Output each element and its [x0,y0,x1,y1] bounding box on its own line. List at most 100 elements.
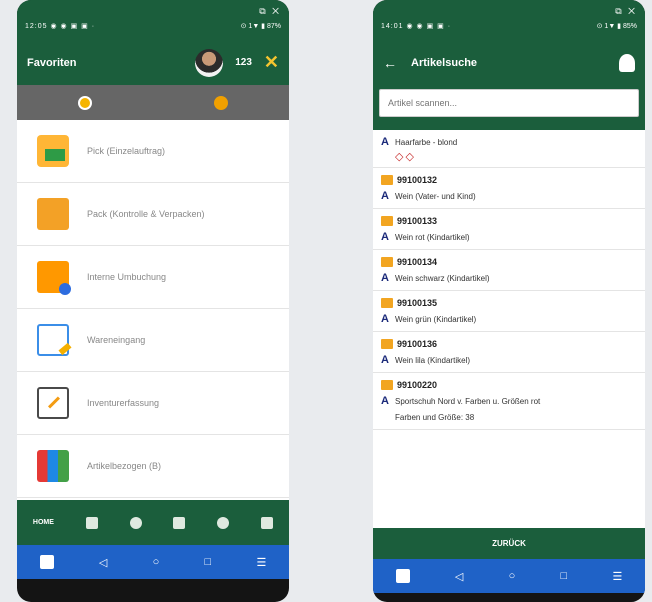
item-number: 99100136 [397,339,438,349]
box-icon [381,339,393,349]
back-button[interactable]: ZURÜCK [373,528,645,559]
list-item[interactable]: 99100135 A Wein grün (Kindartikel) [373,291,645,332]
list-item[interactable]: 99100134 A Wein schwarz (Kindartikel) [373,250,645,291]
favorites-menu: Pick (Einzelauftrag) Pack (Kontrolle & V… [17,120,289,500]
menu-icon[interactable]: ☰ [256,556,266,569]
status-bar: ⧉ ✕ 14:01 ◉ ◉ ▣ ▣ · ⊙ 1▼ ▮ 85% [373,0,645,40]
item-number: 99100220 [397,380,438,390]
pick-icon [37,135,69,167]
receiving-icon [37,324,69,356]
system-nav: ◁ ○ □ ☰ [17,545,289,579]
menu-item-pack[interactable]: Pack (Kontrolle & Verpacken) [17,183,289,246]
screenshot-buttons[interactable]: ⧉ ✕ [615,6,637,17]
menu-item-receiving[interactable]: Wareneingang [17,309,289,372]
list-item[interactable]: A Haarfarbe - blond ◇◇ [373,130,645,168]
article-icon: A [381,136,389,148]
app-switch-icon[interactable] [395,569,410,583]
article-icon: A [381,231,389,243]
menu-item-label: Interne Umbuchung [87,272,167,282]
user-icon[interactable] [619,53,635,72]
avatar[interactable] [195,48,224,77]
item-name: Wein grün (Kindartikel) [395,314,477,324]
back-icon[interactable]: ◁ [99,556,107,569]
user-count: 123 [235,57,252,68]
article-icon: A [381,354,389,366]
item-name: Haarfarbe - blond [395,137,458,147]
nav-coin-icon[interactable] [217,516,230,529]
nav-home[interactable]: HOME [33,519,54,526]
phone-favoriten: ⧉ ✕ 12:05 ◉ ◉ ▣ ▣ · ⊙ 1▼ ▮ 87% Favoriten… [17,0,289,602]
box-icon [381,175,393,185]
page-title: Artikelsuche [411,56,478,69]
phone-artikelsuche: ⧉ ✕ 14:01 ◉ ◉ ▣ ▣ · ⊙ 1▼ ▮ 85% ← Artikel… [373,0,645,602]
search-input[interactable] [379,89,639,117]
page-title: Favoriten [27,56,77,69]
item-cut-text: Farben und Größe: 38 [395,412,475,422]
status-right: ⊙ 1▼ ▮ 87% [240,23,281,30]
box-icon [381,257,393,267]
menu-item-inventory[interactable]: Inventurerfassung [17,372,289,435]
status-icons: ◉ ◉ ▣ ▣ · [50,23,96,30]
status-bar: ⧉ ✕ 12:05 ◉ ◉ ▣ ▣ · ⊙ 1▼ ▮ 87% [17,0,289,40]
menu-item-label: Pack (Kontrolle & Verpacken) [87,209,205,219]
menu-icon[interactable]: ☰ [612,570,622,583]
app-bar: ← Artikelsuche [373,40,645,85]
item-number: 99100135 [397,298,438,308]
status-time: 12:05 [25,23,48,30]
status-right: ⊙ 1▼ ▮ 85% [596,23,637,30]
item-number: 99100133 [397,216,438,226]
results-list: A Haarfarbe - blond ◇◇ 99100132 A Wein (Va… [373,130,645,528]
app-switch-icon[interactable] [39,555,54,569]
inventory-icon [37,387,69,419]
article-icon: A [381,272,389,284]
box-icon [381,298,393,308]
item-number: 99100132 [397,175,438,185]
item-name: Wein lila (Kindartikel) [395,355,470,365]
pack-icon [37,198,69,230]
list-item[interactable]: 99100133 A Wein rot (Kindartikel) [373,209,645,250]
box-icon [381,216,393,226]
box-icon [381,380,393,390]
back-icon[interactable]: ◁ [455,570,463,583]
recent-icon[interactable]: □ [205,556,212,568]
filter-bar [17,85,289,120]
menu-item-label: Wareneingang [87,335,146,345]
menu-item-label: Pick (Einzelauftrag) [87,146,166,156]
list-item[interactable]: 99100132 A Wein (Vater- und Kind) [373,168,645,209]
nav-cart-icon[interactable] [173,516,186,529]
bottom-nav: HOME [17,500,289,545]
tools-icon[interactable]: ✕ [264,52,279,73]
app-bar: Favoriten 123 ✕ [17,40,289,85]
home-icon[interactable]: ○ [153,556,160,568]
menu-item-label: Inventurerfassung [87,398,160,408]
item-name: Wein rot (Kindartikel) [395,232,470,242]
nav-pick-icon[interactable] [85,516,98,529]
article-icon: A [381,313,389,325]
filter-coin-icon[interactable] [214,95,228,110]
nav-box-icon[interactable] [261,516,274,529]
screenshot-buttons[interactable]: ⧉ ✕ [259,6,281,17]
menu-item-pick[interactable]: Pick (Einzelauftrag) [17,120,289,183]
article-icon: A [381,395,389,407]
list-item[interactable]: 99100136 A Wein lila (Kindartikel) [373,332,645,373]
nav-tag-icon[interactable] [129,516,142,529]
menu-item-label: Artikelbezogen (B) [87,461,162,471]
item-name: Wein (Vater- und Kind) [395,191,476,201]
item-name: Sportschuh Nord v. Farben u. Größen rot [395,396,541,406]
search-bar [373,85,645,130]
recent-icon[interactable]: □ [561,570,568,582]
item-number: 99100134 [397,257,438,267]
status-icons: ◉ ◉ ▣ ▣ · [406,23,452,30]
filter-circle-icon[interactable] [78,95,92,110]
article-icon: A [381,190,389,202]
transfer-icon [37,261,71,295]
list-item[interactable]: 99100220 A Sportschuh Nord v. Farben u. G… [373,373,645,430]
back-arrow-icon[interactable]: ← [383,55,397,71]
system-nav: ◁ ○ □ ☰ [373,559,645,593]
home-icon[interactable]: ○ [509,570,516,582]
status-time: 14:01 [381,23,404,30]
item-name: Wein schwarz (Kindartikel) [395,273,490,283]
menu-item-transfer[interactable]: Interne Umbuchung [17,246,289,309]
menu-item-grid[interactable]: Artikelbezogen (B) [17,435,289,498]
hazard-icon: ◇◇ [395,151,416,163]
